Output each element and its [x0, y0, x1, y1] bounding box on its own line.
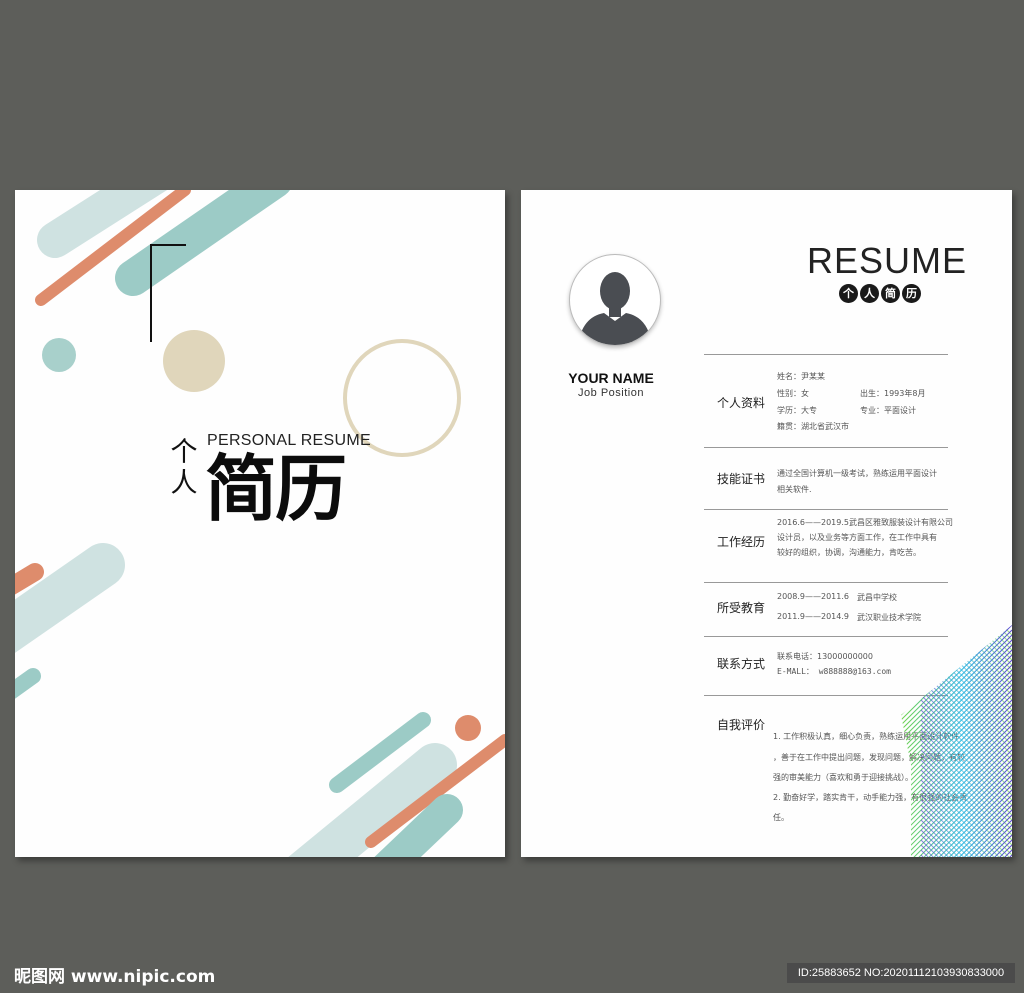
divider — [704, 354, 948, 355]
resume-title: RESUME — [807, 240, 968, 281]
image-id-label: ID:25883652 NO:20201112103930833000 — [787, 963, 1015, 983]
info-major: 专业：平面设计 — [860, 406, 916, 415]
edu-period: 2011.9——2014.9 — [777, 612, 849, 621]
work-line: 2016.6——2019.5武昌区雅致服装设计有限公司 — [777, 518, 953, 527]
divider — [704, 447, 948, 448]
section-title-education: 所受教育 — [717, 601, 766, 615]
skills-line: 相关软件. — [777, 485, 812, 494]
skills-line: 通过全国计算机一级考试，熟练运用平面设计 — [777, 469, 937, 478]
section-title-skills: 技能证书 — [717, 472, 766, 486]
section-title-personal-info: 个人资料 — [717, 396, 766, 410]
edu-school: 武昌中学校 — [857, 593, 897, 602]
info-hometown: 籍贯：湖北省武汉市 — [777, 422, 849, 431]
avatar — [569, 254, 661, 346]
person-silhouette-icon — [578, 272, 652, 345]
section-title-self-eval: 自我评价 — [717, 718, 766, 732]
subtitle-char: 简 — [881, 284, 900, 303]
edu-period: 2008.9——2011.6 — [777, 592, 849, 601]
contact-email: E-MALL： w888888@163.com — [777, 667, 891, 676]
edu-school: 武汉职业技术学院 — [857, 613, 921, 622]
subtitle-char: 人 — [860, 284, 879, 303]
subtitle-char: 个 — [839, 284, 858, 303]
section-title-contact: 联系方式 — [717, 657, 766, 671]
self-eval-line: 强的审美能力（喜欢和勇于迎接挑战）。 — [773, 773, 913, 782]
stripe-pattern — [901, 625, 1012, 857]
cover-title-frame — [150, 244, 186, 342]
job-position: Job Position — [578, 387, 644, 399]
info-degree: 学历：大专 — [777, 406, 817, 415]
resume-subtitle: 个 人 简 历 — [839, 284, 921, 303]
section-title-work: 工作经历 — [717, 535, 766, 549]
self-eval-line: 任。 — [773, 813, 789, 822]
divider — [704, 582, 948, 583]
info-gender: 性别：女 — [777, 389, 809, 398]
info-birth: 出生：1993年8月 — [860, 389, 926, 398]
work-line: 设计员，以及业务等方面工作，在工作中具有 — [777, 533, 937, 542]
site-logo: 昵图网 www.nipic.com — [14, 967, 216, 987]
cover-title-small: 个人 — [170, 437, 198, 499]
resume-page: RESUME 个 人 简 历 YOUR NAME Job Position 个人… — [521, 190, 1012, 857]
work-line: 较好的组织，协调，沟通能力，肯吃苦。 — [777, 548, 921, 557]
contact-phone: 联系电话：13000000000 — [777, 652, 873, 661]
cover-title-big: 简历 — [205, 447, 347, 531]
subtitle-char: 历 — [902, 284, 921, 303]
divider — [704, 509, 948, 510]
your-name: YOUR NAME — [568, 370, 654, 386]
info-name: 姓名：尹某某 — [777, 372, 825, 381]
